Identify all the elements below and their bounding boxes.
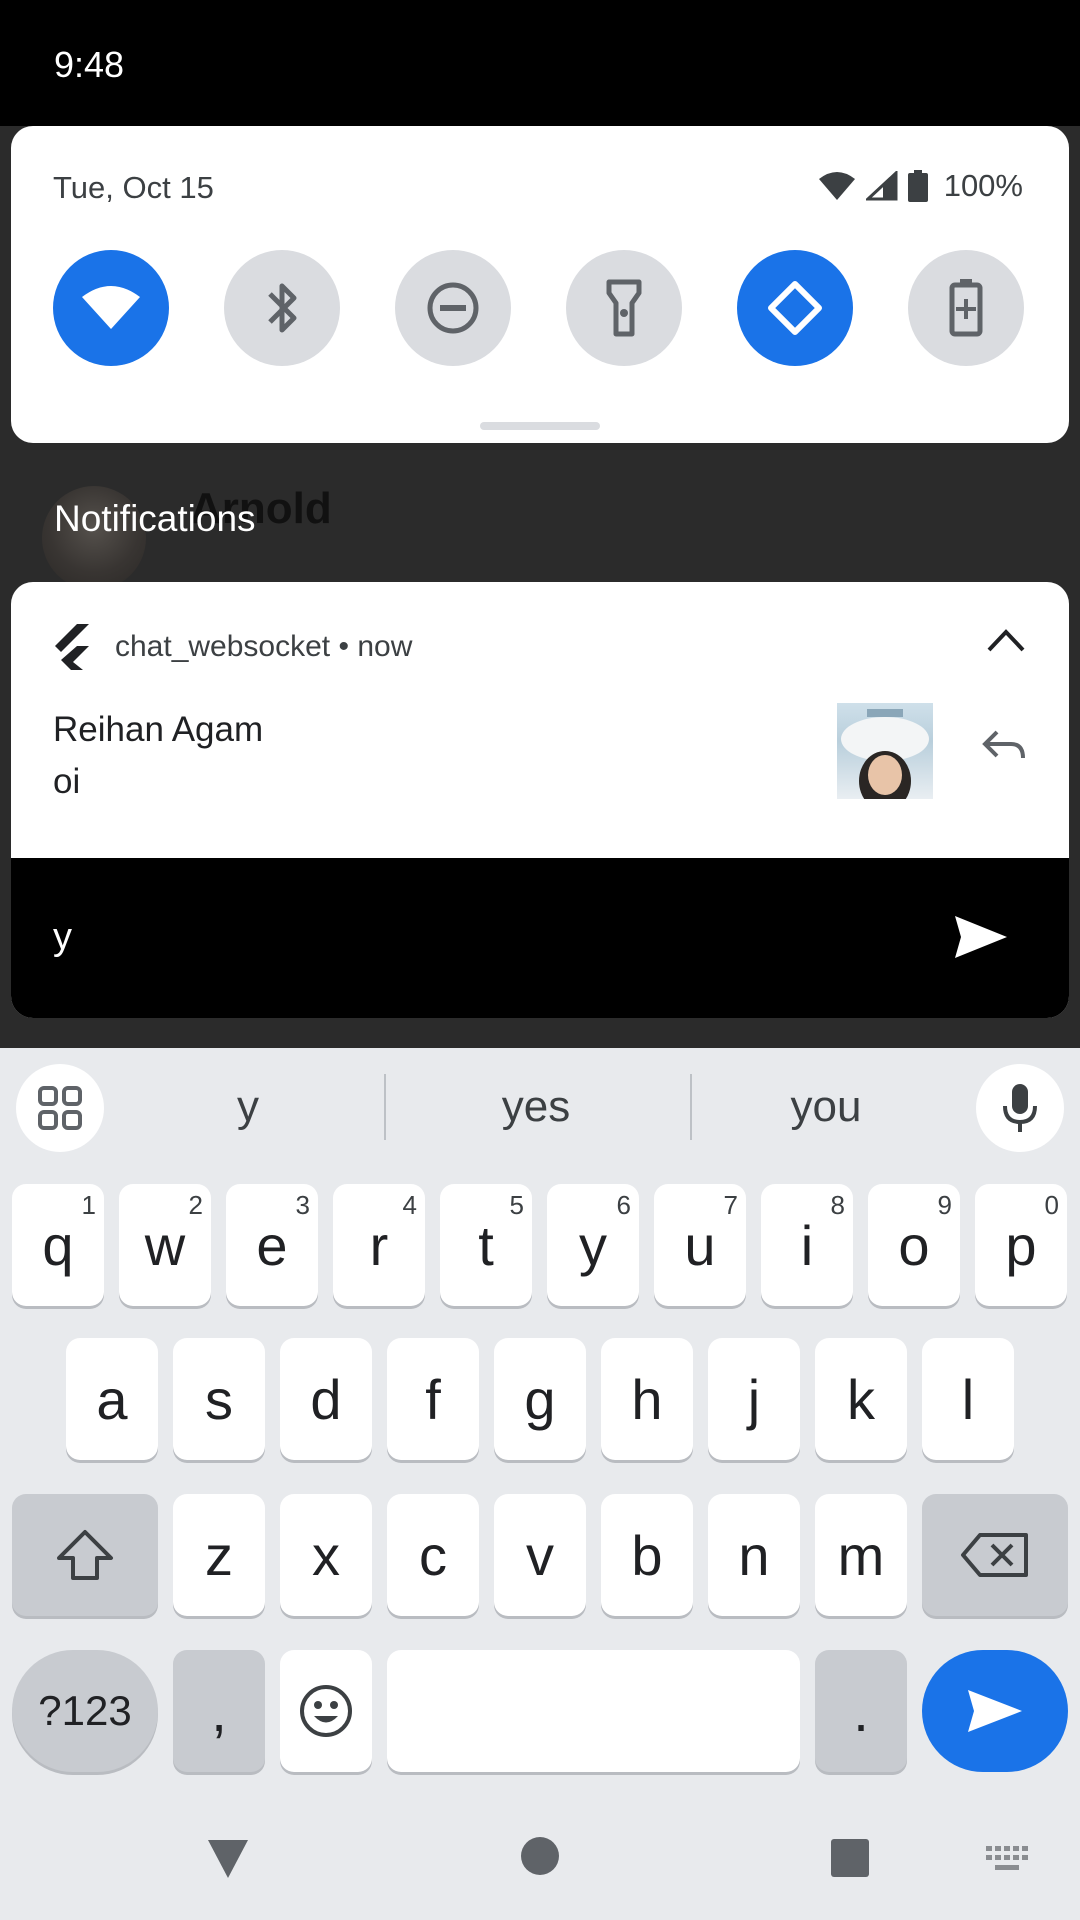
qs-tile-do-not-disturb[interactable] (395, 250, 511, 366)
key-c[interactable]: c (387, 1494, 479, 1616)
key-k[interactable]: k (815, 1338, 907, 1460)
key-y[interactable]: y6 (547, 1184, 639, 1306)
keyboard-tools-button[interactable] (16, 1064, 104, 1152)
qs-status-icons: 100% (818, 168, 1023, 204)
key-s[interactable]: s (173, 1338, 265, 1460)
reply-input[interactable]: y (53, 916, 72, 959)
send-icon[interactable] (953, 914, 1009, 960)
backspace-key[interactable] (922, 1494, 1068, 1616)
key-v[interactable]: v (494, 1494, 586, 1616)
comma-key[interactable]: , (173, 1650, 265, 1772)
keyboard-switch-icon[interactable] (986, 1846, 1028, 1874)
qs-tile-flashlight[interactable] (566, 250, 682, 366)
battery-icon (907, 170, 928, 202)
emoji-icon (300, 1685, 352, 1737)
key-m[interactable]: m (815, 1494, 907, 1616)
notification-app-line: chat_websocket • now (115, 630, 412, 664)
key-o[interactable]: o9 (868, 1184, 960, 1306)
recents-icon[interactable] (830, 1838, 870, 1878)
inline-reply-bar: y (11, 858, 1069, 1018)
key-x[interactable]: x (280, 1494, 372, 1616)
reply-icon[interactable] (981, 728, 1027, 762)
wifi-status-icon (818, 172, 855, 200)
notification-separator: • (338, 630, 349, 663)
notification-time: now (357, 630, 413, 663)
backspace-icon (961, 1533, 1028, 1577)
key-p[interactable]: p0 (975, 1184, 1067, 1306)
key-h[interactable]: h (601, 1338, 693, 1460)
key-l[interactable]: l (922, 1338, 1014, 1460)
key-j[interactable]: j (708, 1338, 800, 1460)
status-bar: 9:48 (0, 0, 1080, 126)
key-z[interactable]: z (173, 1494, 265, 1616)
key-r[interactable]: r4 (333, 1184, 425, 1306)
auto-rotate-icon (768, 281, 822, 335)
qs-tile-auto-rotate[interactable] (737, 250, 853, 366)
home-icon[interactable] (520, 1836, 560, 1876)
suggestion-1[interactable]: y (128, 1082, 368, 1132)
notification-app-name: chat_websocket (115, 630, 331, 663)
chevron-up-icon[interactable] (985, 626, 1027, 654)
key-d[interactable]: d (280, 1338, 372, 1460)
key-t[interactable]: t5 (440, 1184, 532, 1306)
quick-settings-panel: Tue, Oct 15 100% (11, 126, 1069, 443)
key-f[interactable]: f (387, 1338, 479, 1460)
notification-body: oi (53, 762, 81, 801)
notification-title: Reihan Agam (53, 710, 264, 749)
bluetooth-icon (268, 283, 297, 333)
key-q[interactable]: q1 (12, 1184, 104, 1306)
key-u[interactable]: u7 (654, 1184, 746, 1306)
send-key[interactable] (922, 1650, 1068, 1772)
microphone-icon (1003, 1084, 1037, 1132)
do-not-disturb-icon (427, 282, 479, 334)
keyboard: y yes you q1 w2 e3 r4 t5 y6 u7 i8 o9 p0 … (0, 1048, 1080, 1826)
signal-icon (865, 171, 898, 201)
battery-saver-icon (949, 279, 983, 337)
wifi-icon (82, 286, 140, 329)
shift-icon (57, 1530, 113, 1580)
flashlight-icon (606, 279, 642, 337)
navigation-bar (0, 1826, 1080, 1920)
back-icon[interactable] (206, 1838, 250, 1880)
key-b[interactable]: b (601, 1494, 693, 1616)
apps-grid-icon (38, 1086, 82, 1130)
key-i[interactable]: i8 (761, 1184, 853, 1306)
suggestion-divider (384, 1074, 386, 1140)
flutter-app-icon (55, 624, 89, 670)
qs-tile-bluetooth[interactable] (224, 250, 340, 366)
emoji-key[interactable] (280, 1650, 372, 1772)
shift-key[interactable] (12, 1494, 158, 1616)
battery-percent: 100% (943, 168, 1023, 203)
notification-card[interactable]: chat_websocket • now Reihan Agam oi y (11, 582, 1069, 1018)
suggestion-3[interactable]: you (706, 1082, 946, 1132)
qs-drag-handle[interactable] (480, 422, 600, 430)
space-key[interactable] (387, 1650, 800, 1772)
key-g[interactable]: g (494, 1338, 586, 1460)
status-time: 9:48 (54, 44, 125, 85)
send-icon (968, 1690, 1022, 1732)
key-n[interactable]: n (708, 1494, 800, 1616)
qs-tile-wifi[interactable] (53, 250, 169, 366)
key-a[interactable]: a (66, 1338, 158, 1460)
notifications-header: Notifications (54, 498, 256, 539)
qs-date[interactable]: Tue, Oct 15 (53, 170, 214, 206)
suggestion-divider (690, 1074, 692, 1140)
voice-input-button[interactable] (976, 1064, 1064, 1152)
period-key[interactable]: . (815, 1650, 907, 1772)
key-w[interactable]: w2 (119, 1184, 211, 1306)
symbols-key[interactable]: ?123 (12, 1650, 158, 1772)
suggestion-2[interactable]: yes (416, 1082, 656, 1132)
notification-thumbnail (837, 703, 933, 799)
key-e[interactable]: e3 (226, 1184, 318, 1306)
qs-tile-battery-saver[interactable] (908, 250, 1024, 366)
